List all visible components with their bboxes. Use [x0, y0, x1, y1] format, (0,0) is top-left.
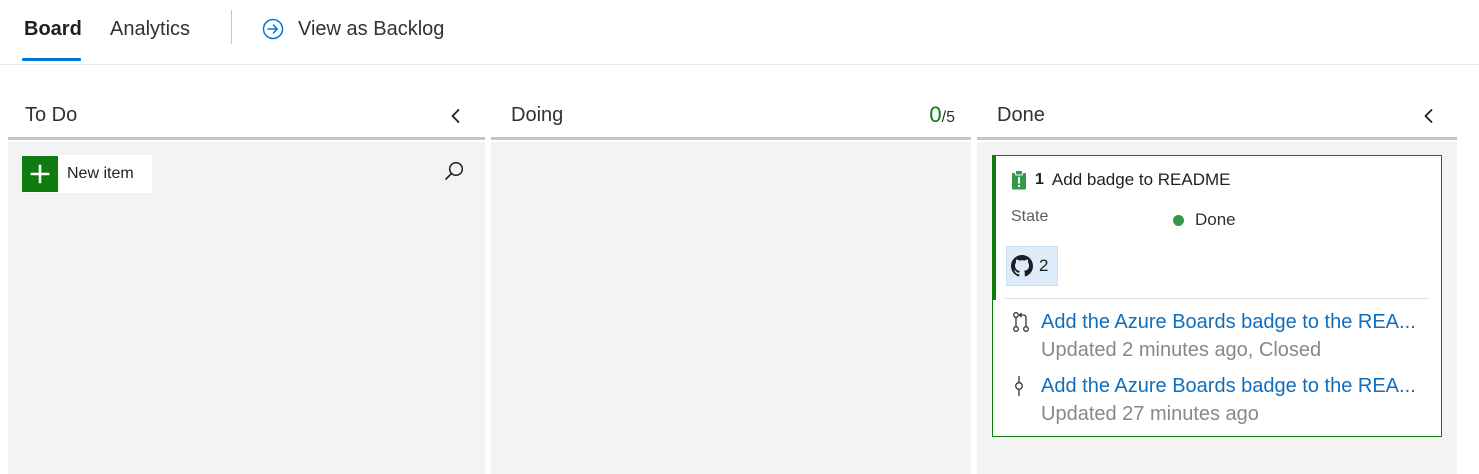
tab-divider	[231, 10, 232, 44]
new-item-button[interactable]: New item	[22, 155, 152, 193]
clipboard-icon	[1012, 170, 1026, 190]
column-header-doing: Doing 0/5	[491, 90, 971, 140]
card-state-accent	[992, 155, 996, 300]
pull-request-status: Updated 2 minutes ago, Closed	[1041, 339, 1322, 361]
wip-current-count: 0	[929, 102, 942, 127]
chevron-left-icon[interactable]	[1420, 107, 1438, 125]
tab-analytics[interactable]: Analytics	[110, 16, 190, 42]
arrow-circle-right-icon	[262, 18, 284, 40]
column-body-todo: New item	[8, 142, 485, 474]
pull-request-icon	[1013, 312, 1029, 332]
card-divider	[1005, 298, 1429, 299]
column-header-todo: To Do	[8, 90, 485, 140]
state-field-label: State	[1011, 208, 1049, 225]
column-done: Done 1 Add badge to README State Done 2 …	[977, 90, 1457, 474]
column-header-done: Done	[977, 90, 1457, 140]
tab-board[interactable]: Board	[24, 16, 82, 42]
commit-link[interactable]: Add the Azure Boards badge to the REA...	[1041, 373, 1416, 399]
state-indicator-dot	[1173, 214, 1184, 226]
commit-icon	[1015, 376, 1023, 396]
new-item-label: New item	[67, 165, 134, 182]
commit-status: Updated 27 minutes ago	[1041, 403, 1259, 425]
wip-limit: /5	[941, 109, 955, 126]
column-doing: Doing 0/5	[491, 90, 971, 474]
search-icon[interactable]	[443, 160, 465, 182]
tab-board-selected-indicator	[22, 58, 81, 61]
wip-limit-indicator: 0/5	[929, 102, 955, 128]
github-link-count: 2	[1039, 256, 1049, 275]
column-title-doing: Doing	[511, 104, 564, 126]
column-body-doing	[491, 142, 971, 474]
column-body-done: 1 Add badge to README State Done 2 Add t…	[977, 142, 1457, 474]
state-value-text: Done	[1195, 210, 1236, 229]
view-as-backlog-label: View as Backlog	[298, 17, 445, 40]
column-title-done: Done	[997, 104, 1045, 126]
chevron-left-icon[interactable]	[447, 107, 465, 125]
board-tab-bar: Board Analytics View as Backlog	[0, 0, 1479, 65]
github-link-item: Add the Azure Boards badge to the REA...…	[1011, 373, 1416, 427]
github-links-badge[interactable]: 2	[1006, 246, 1058, 286]
column-title-todo: To Do	[25, 104, 78, 126]
pull-request-link[interactable]: Add the Azure Boards badge to the REA...	[1041, 309, 1416, 335]
work-item-card[interactable]: 1 Add badge to README State Done 2 Add t…	[992, 155, 1442, 437]
work-item-title[interactable]: Add badge to README	[1052, 170, 1231, 190]
plus-icon	[22, 156, 58, 192]
state-field-value[interactable]: Done	[1173, 210, 1236, 230]
work-item-id: 1	[1035, 171, 1044, 188]
view-as-backlog-link[interactable]: View as Backlog	[262, 16, 444, 42]
github-icon	[1011, 255, 1033, 277]
column-todo: To Do New item	[8, 90, 485, 474]
github-link-item: Add the Azure Boards badge to the REA...…	[1011, 309, 1416, 363]
card-header: 1 Add badge to README	[1011, 170, 1231, 190]
